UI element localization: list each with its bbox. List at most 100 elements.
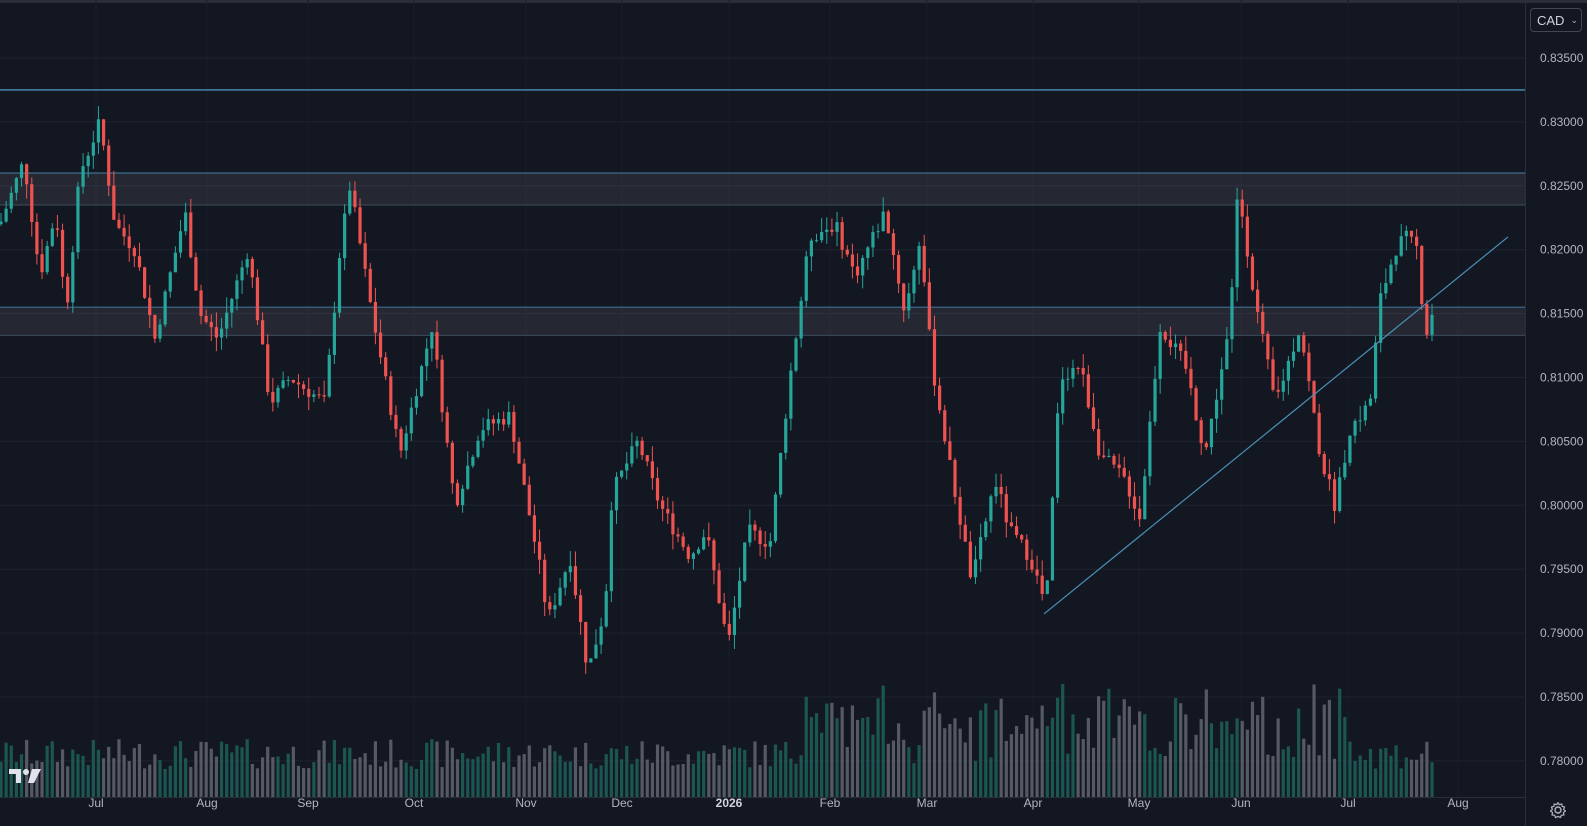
candle-body <box>578 595 583 622</box>
candle-body <box>1076 367 1080 369</box>
candle-body <box>184 212 188 232</box>
volume-bar <box>1235 718 1239 797</box>
volume-bar <box>389 739 393 797</box>
volume-bar <box>194 750 198 797</box>
candle-body <box>758 530 762 545</box>
trendline <box>1043 236 1509 615</box>
volume-bar <box>1004 740 1008 797</box>
candle-body <box>650 461 654 479</box>
candle-body <box>317 394 321 396</box>
candle-body <box>1055 413 1060 498</box>
time-tick-label: Jul <box>88 796 103 810</box>
volume-bar <box>907 747 911 797</box>
candle-body <box>553 605 557 610</box>
candle-body <box>1430 314 1434 335</box>
volume-bar <box>896 723 901 797</box>
candle-body <box>168 272 172 292</box>
volume-layer <box>0 683 1434 797</box>
candle-body <box>40 254 44 273</box>
candle-body <box>727 623 731 636</box>
volume-bar <box>107 746 111 797</box>
volume-bar <box>866 717 870 797</box>
volume-bar <box>358 757 362 797</box>
candle-body <box>1409 230 1414 237</box>
volume-bar <box>1245 729 1249 797</box>
candle-body <box>1363 405 1367 421</box>
volume-bar <box>635 758 639 797</box>
candle-body <box>840 222 844 250</box>
candle-body <box>1091 407 1096 429</box>
volume-bar <box>850 705 855 797</box>
candle-body <box>1189 368 1193 389</box>
volume-bar <box>661 746 665 797</box>
volume-bar <box>502 762 506 797</box>
volume-bar <box>209 748 213 797</box>
candle-body <box>1322 454 1326 475</box>
candle-body <box>343 213 347 259</box>
volume-bar <box>943 728 947 797</box>
volume-bar <box>927 707 931 797</box>
candle-body <box>1168 339 1173 348</box>
volume-bar <box>655 744 660 797</box>
volume-bar <box>768 766 772 797</box>
candle-body <box>1204 443 1208 448</box>
candle-body <box>676 534 680 537</box>
candle-body <box>19 164 24 179</box>
candle-body <box>1404 230 1408 237</box>
volume-bar <box>373 741 378 797</box>
volume-bar <box>307 768 311 797</box>
volume-bar <box>1404 757 1408 797</box>
volume-bar <box>630 763 634 797</box>
volume-bar <box>609 748 613 797</box>
candle-body <box>1338 477 1342 512</box>
candle-body <box>614 476 619 511</box>
candle-body <box>332 312 336 355</box>
candle-body <box>548 602 552 610</box>
volume-bar <box>1009 734 1014 797</box>
volume-bar <box>1214 748 1219 797</box>
volume-bar <box>1240 720 1244 797</box>
volume-bar <box>476 756 480 797</box>
volume-bar <box>758 764 762 797</box>
volume-bar <box>1045 726 1049 797</box>
candle-body <box>430 332 434 349</box>
candle-body <box>471 456 475 466</box>
candle-body <box>809 240 813 257</box>
candle-body <box>55 228 60 230</box>
volume-bar <box>240 747 244 797</box>
settings-gear-icon[interactable] <box>1549 801 1567 819</box>
volume-bar <box>507 747 511 797</box>
candle-body <box>1132 496 1137 509</box>
volume-bar <box>1420 753 1424 797</box>
volume-bar <box>461 753 465 797</box>
volume-bar <box>0 761 3 797</box>
volume-bar <box>1076 733 1080 797</box>
volume-bar <box>45 745 49 797</box>
price-chart[interactable]: 0.83500 0.83000 0.82500 0.82000 0.81500 0.810… <box>0 0 1587 826</box>
candle-body <box>81 166 85 187</box>
candle-body <box>1358 420 1362 422</box>
volume-bar <box>1332 758 1337 797</box>
volume-bar <box>286 753 290 797</box>
candle-body <box>896 255 901 284</box>
volume-bar <box>399 759 403 797</box>
volume-bar <box>1394 745 1398 797</box>
volume-bar <box>1035 728 1039 797</box>
candle-body <box>1379 293 1383 343</box>
candle-body <box>999 486 1003 495</box>
volume-bar <box>1220 721 1224 797</box>
candle-body <box>1107 455 1111 458</box>
volume-bar <box>353 758 357 797</box>
volume-bar <box>1132 724 1137 797</box>
candle-body <box>1302 335 1306 353</box>
candle-body <box>850 254 855 267</box>
drawings-layer <box>0 89 1525 615</box>
candle-body <box>661 500 665 509</box>
currency-selector-button[interactable]: CAD ⌄ <box>1530 8 1582 32</box>
volume-bar <box>101 758 106 797</box>
candle-body <box>620 470 624 477</box>
candle-body <box>763 544 767 547</box>
volume-bar <box>989 757 993 797</box>
candle-body <box>214 327 219 338</box>
volume-bar <box>163 768 167 797</box>
